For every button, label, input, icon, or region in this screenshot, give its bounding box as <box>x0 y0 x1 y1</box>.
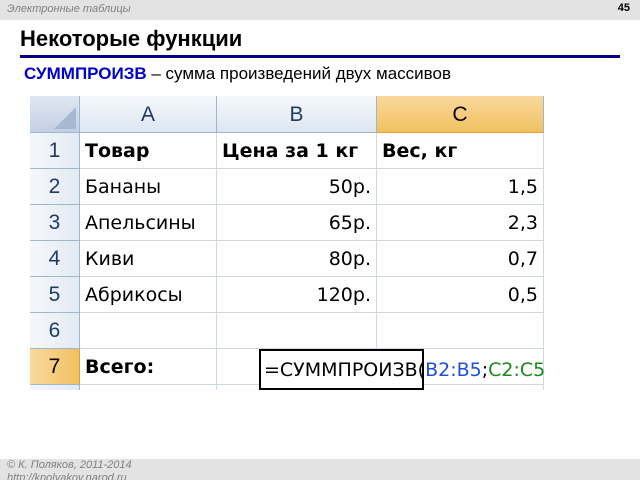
footer-bar: © К. Поляков, 2011-2014 http://kpolyakov… <box>0 459 640 480</box>
formula-range-b: B2:B5 <box>425 359 482 381</box>
cell-b1[interactable]: Цена за 1 кг <box>217 133 377 169</box>
title-divider <box>20 55 620 58</box>
spreadsheet: A B C 1 2 3 4 5 6 7 Товар Цена за 1 кг В… <box>30 96 544 390</box>
cell-a2[interactable]: Бананы <box>80 169 217 205</box>
function-description: – сумма произведений двух массивов <box>146 64 451 83</box>
cell-c4[interactable]: 0,7 <box>377 241 544 277</box>
cell-c2[interactable]: 1,5 <box>377 169 544 205</box>
row-header-8[interactable] <box>30 385 80 390</box>
cell-a3[interactable]: Апельсины <box>80 205 217 241</box>
cell-a4[interactable]: Киви <box>80 241 217 277</box>
cell-a6[interactable] <box>80 313 217 349</box>
cell-b5[interactable]: 120р. <box>217 277 377 313</box>
row-header-5[interactable]: 5 <box>30 277 80 313</box>
cell-c3[interactable]: 2,3 <box>377 205 544 241</box>
cell-a5[interactable]: Абрикосы <box>80 277 217 313</box>
cell-b4[interactable]: 80р. <box>217 241 377 277</box>
footer-url[interactable]: http://kpolyakov.narod.ru <box>7 472 127 480</box>
row-header-2[interactable]: 2 <box>30 169 80 205</box>
footer-author: © К. Поляков, 2011-2014 <box>7 459 132 471</box>
column-header-c[interactable]: C <box>377 96 544 133</box>
select-all-triangle-icon <box>54 107 76 129</box>
cell-c6[interactable] <box>377 313 544 349</box>
cell-a8[interactable] <box>80 385 217 390</box>
select-all-button[interactable] <box>30 96 80 133</box>
cell-b3[interactable]: 65р. <box>217 205 377 241</box>
cell-c5[interactable]: 0,5 <box>377 277 544 313</box>
row-header-4[interactable]: 4 <box>30 241 80 277</box>
page-number: 45 <box>617 2 630 14</box>
cell-b2[interactable]: 50р. <box>217 169 377 205</box>
row-header-7[interactable]: 7 <box>30 349 80 385</box>
cell-formula: =СУММПРОИЗВ(B2:B5;C2:C5)5 <box>264 353 544 387</box>
column-header-a[interactable]: A <box>80 96 217 133</box>
formula-function: =СУММПРОИЗВ( <box>264 359 426 381</box>
row-header-6[interactable]: 6 <box>30 313 80 349</box>
section-title: Электронные таблицы <box>7 3 131 15</box>
cell-c1[interactable]: Вес, кг <box>377 133 544 169</box>
cell-a7[interactable]: Всего: <box>80 349 217 385</box>
cell-a1[interactable]: Товар <box>80 133 217 169</box>
formula-range-c: C2:C5 <box>488 359 544 381</box>
slide-title: Некоторые функции <box>20 26 243 51</box>
cell-b6[interactable] <box>217 313 377 349</box>
slide-subtitle: СУММПРОИЗВ – сумма произведений двух мас… <box>24 64 451 84</box>
function-name: СУММПРОИЗВ <box>24 64 147 83</box>
row-header-1[interactable]: 1 <box>30 133 80 169</box>
row-header-3[interactable]: 3 <box>30 205 80 241</box>
column-header-b[interactable]: B <box>217 96 377 133</box>
header-bar: Электронные таблицы 45 <box>0 0 640 20</box>
